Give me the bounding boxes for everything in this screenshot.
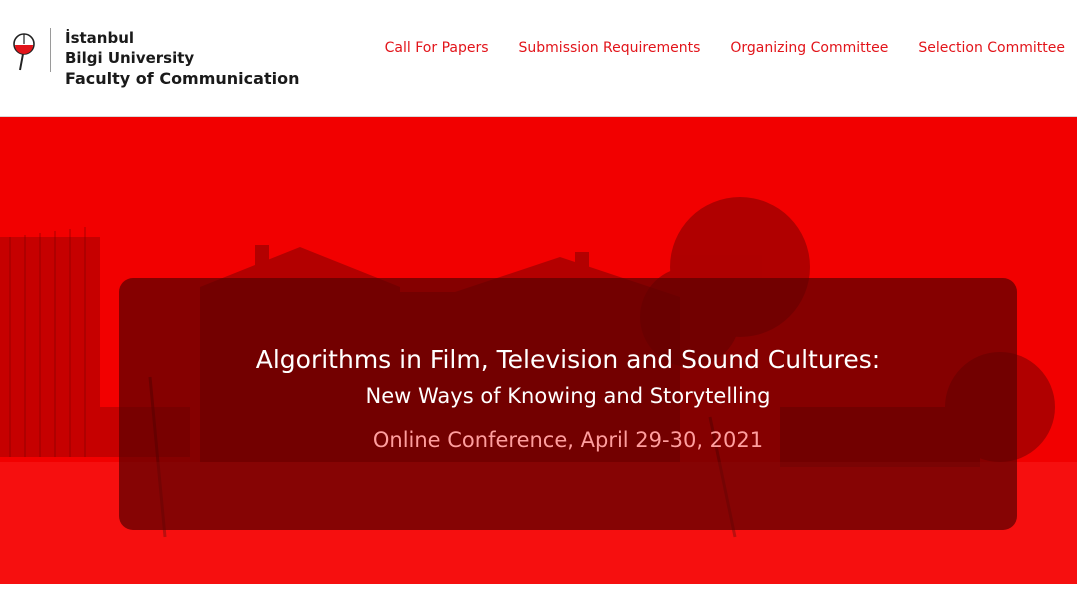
nav-selection-committee[interactable]: Selection Committee <box>918 40 1065 56</box>
site-header: İstanbul Bilgi University Faculty of Com… <box>0 0 1077 117</box>
logo-line-faculty: Faculty of Communication <box>65 69 300 88</box>
nav-organizing-committee[interactable]: Organizing Committee <box>730 40 888 56</box>
logo-line-istanbul: İstanbul <box>65 29 135 47</box>
logo-text: İstanbul Bilgi University Faculty of Com… <box>65 28 299 90</box>
logo-divider <box>50 28 51 72</box>
main-nav: Call For Papers Submission Requirements … <box>385 40 1065 56</box>
logo-line-bilgi: Bilgi University <box>65 49 195 67</box>
conference-subtitle: New Ways of Knowing and Storytelling <box>365 384 771 408</box>
conference-title: Algorithms in Film, Television and Sound… <box>255 345 881 374</box>
page-content-start <box>0 584 1077 606</box>
nav-submission-requirements[interactable]: Submission Requirements <box>519 40 701 56</box>
university-logo[interactable]: İstanbul Bilgi University Faculty of Com… <box>12 28 299 90</box>
hero-overlay: Algorithms in Film, Television and Sound… <box>119 278 1017 530</box>
hero-banner: Algorithms in Film, Television and Sound… <box>0 117 1077 584</box>
nav-call-for-papers[interactable]: Call For Papers <box>385 40 489 56</box>
university-logo-icon <box>13 33 35 71</box>
conference-date: Online Conference, April 29-30, 2021 <box>372 428 764 452</box>
